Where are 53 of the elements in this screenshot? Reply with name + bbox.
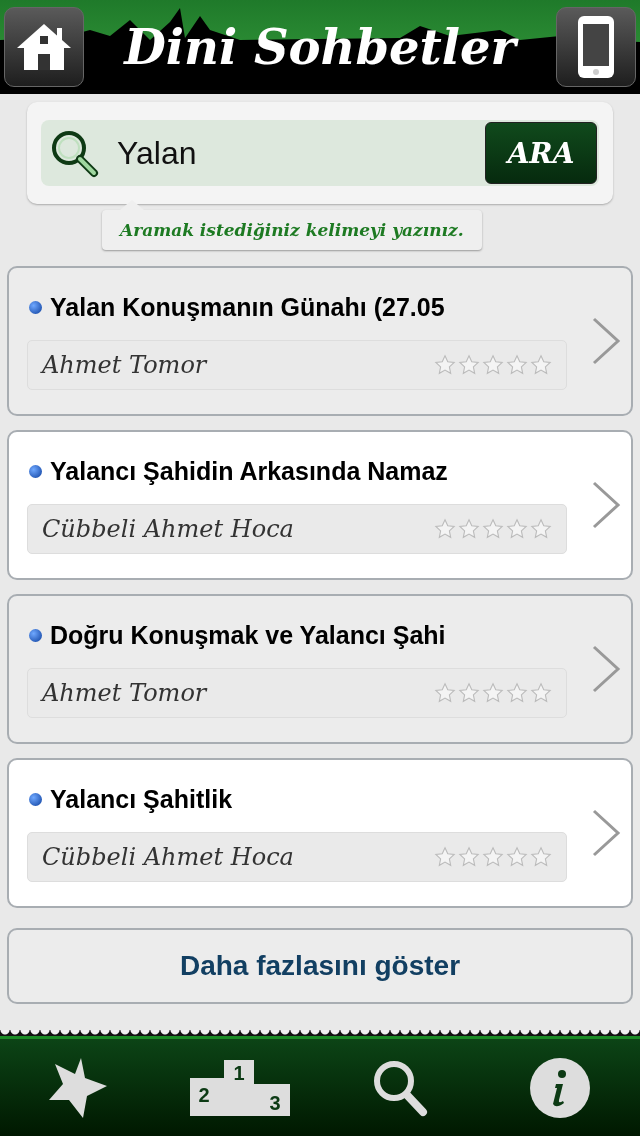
bullet-icon [29, 464, 42, 478]
star-icon [530, 681, 552, 704]
chevron-right-icon [591, 316, 621, 366]
star-icon [434, 517, 456, 540]
search-tab[interactable] [372, 1058, 428, 1117]
speaker-name: Cübbeli Ahmet Hoca [42, 514, 294, 543]
search-button[interactable]: ARA [485, 122, 597, 184]
chevron-right-icon [591, 808, 621, 858]
star-icon [434, 353, 456, 376]
star-icon [458, 681, 480, 704]
star-icon [434, 681, 456, 704]
star-icon [506, 681, 528, 704]
show-more-button[interactable]: Daha fazlasını göster [7, 928, 633, 1004]
star-icon [434, 845, 456, 868]
star-icon [482, 845, 504, 868]
info-tab[interactable] [530, 1057, 590, 1118]
star-icon [506, 353, 528, 376]
speaker-name: Cübbeli Ahmet Hoca [42, 842, 294, 871]
star-icon [530, 845, 552, 868]
result-title: Doğru Konuşmak ve Yalancı Şahi [50, 620, 446, 650]
search-icon [49, 128, 99, 178]
bullet-icon [29, 628, 42, 642]
speaker-name: Ahmet Tomor [42, 350, 207, 379]
result-card[interactable]: Yalan Konuşmanın Günahı (27.05 Ahmet Tomor [7, 266, 633, 416]
result-card[interactable]: Yalancı Şahitlik Cübbeli Ahmet Hoca [7, 758, 633, 908]
star-icon [530, 517, 552, 540]
star-icon [458, 353, 480, 376]
bullet-icon [29, 300, 42, 314]
home-icon [15, 22, 73, 72]
star-icon [482, 681, 504, 704]
result-title: Yalan Konuşmanın Günahı (27.05 [50, 292, 445, 322]
result-card[interactable]: Yalancı Şahidin Arkasında Namaz Cübbeli Ahmet Hoca [7, 430, 633, 580]
chevron-right-icon [591, 480, 621, 530]
star-icon [458, 845, 480, 868]
search-icon [372, 1058, 428, 1117]
result-title: Yalancı Şahitlik [50, 784, 233, 814]
result-title: Yalancı Şahidin Arkasında Namaz [50, 456, 448, 486]
search-field[interactable]: Yalan ARA [41, 120, 599, 186]
result-card[interactable]: Doğru Konuşmak ve Yalancı Şahi Ahmet Tomor [7, 594, 633, 744]
home-button[interactable] [4, 7, 84, 87]
star-icon [506, 517, 528, 540]
chevron-right-icon [591, 644, 621, 694]
star-icon [482, 353, 504, 376]
phone-icon [576, 14, 616, 80]
speaker-name: Ahmet Tomor [42, 678, 207, 707]
info-icon [530, 1057, 590, 1118]
star-icon [506, 845, 528, 868]
device-button[interactable] [556, 7, 636, 87]
ranking-tab[interactable]: 1 2 3 [189, 1059, 291, 1116]
star-icon [530, 353, 552, 376]
star-icon [482, 517, 504, 540]
bullet-icon [29, 792, 42, 806]
star-icon [458, 517, 480, 540]
